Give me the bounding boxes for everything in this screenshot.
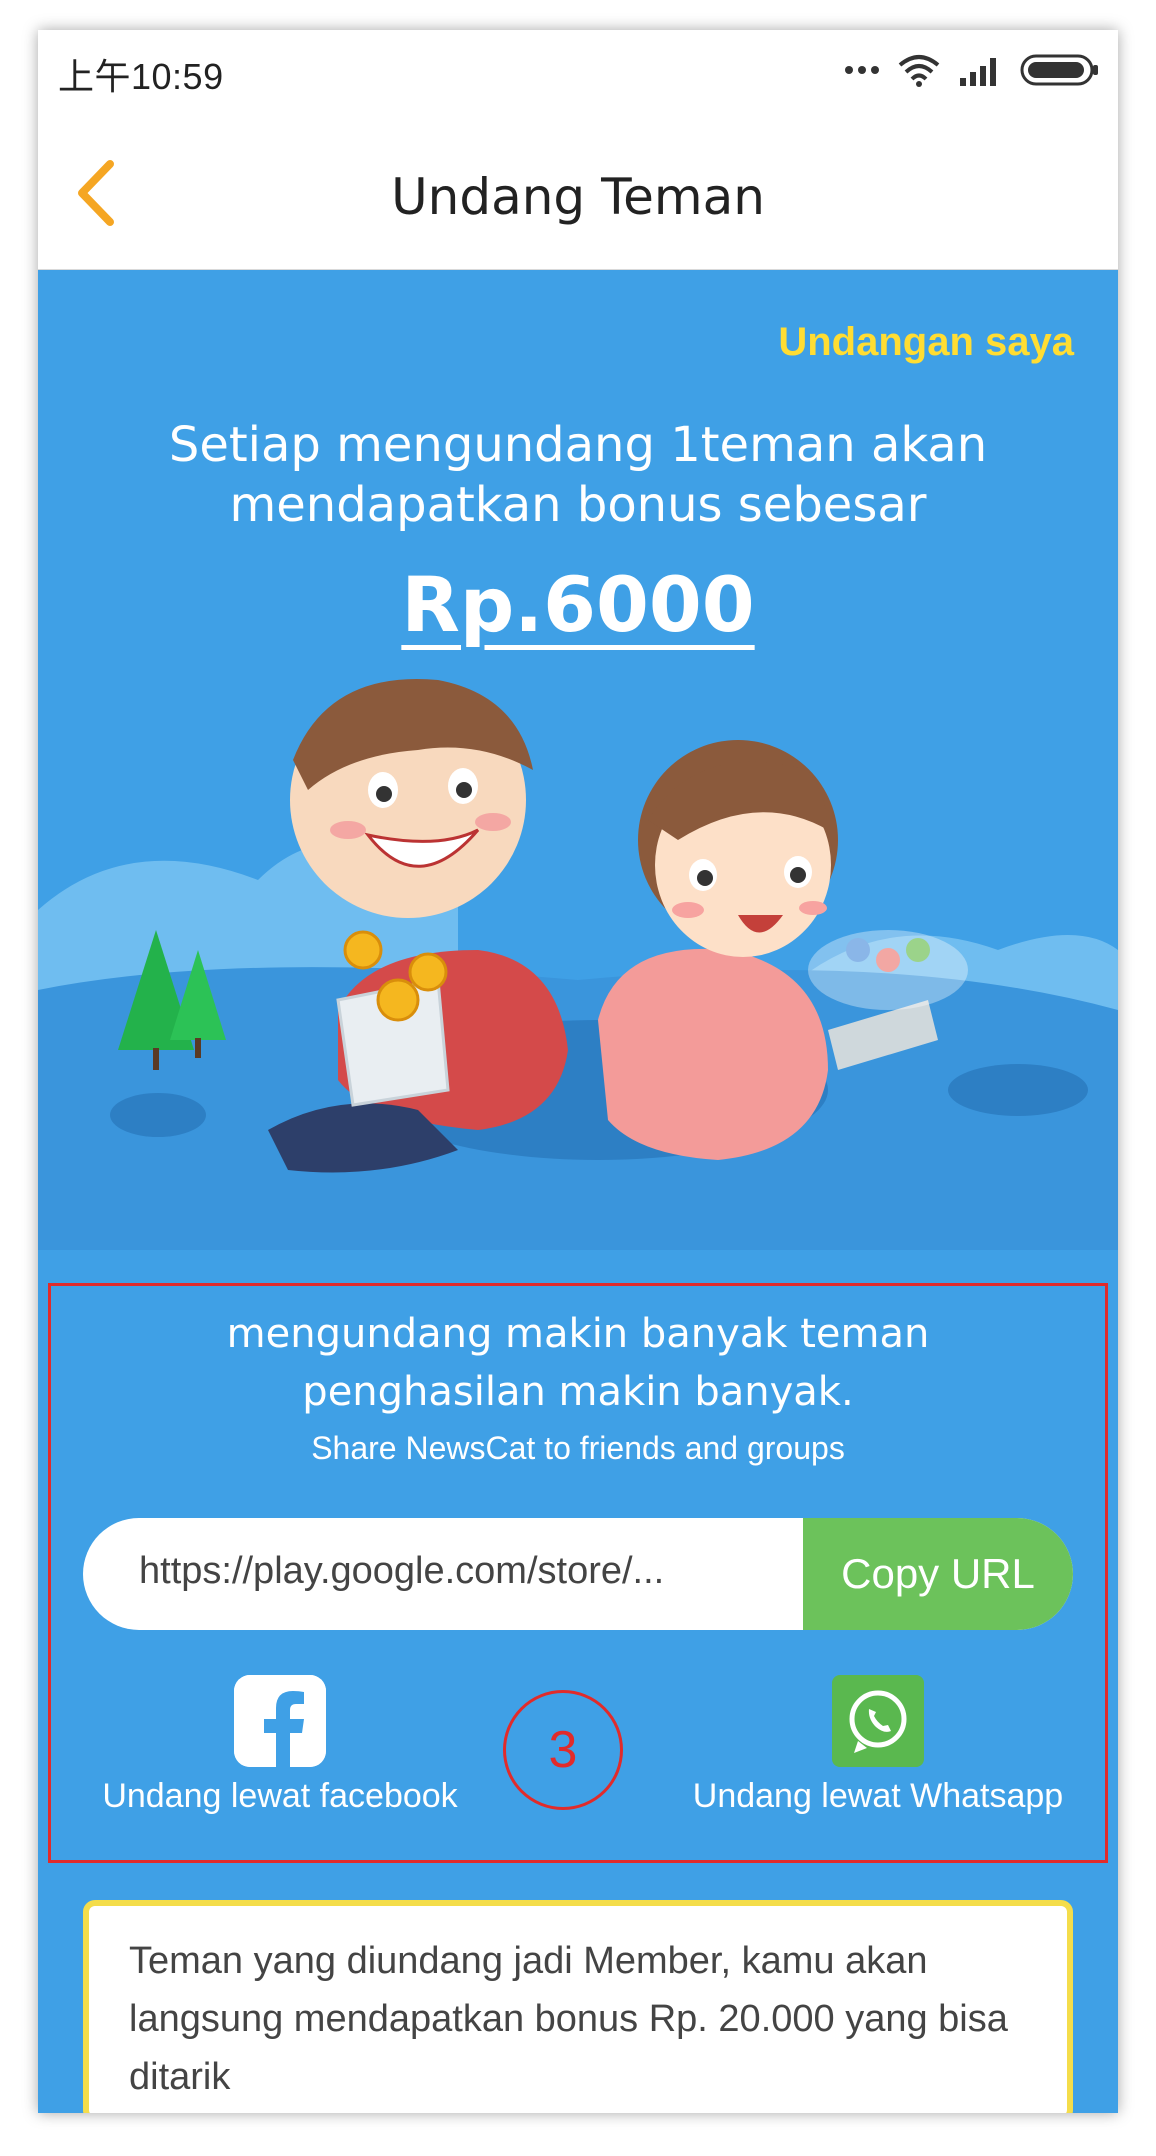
more-dots-icon xyxy=(845,66,879,74)
promo-line-2: penghasilan makin banyak. xyxy=(302,1369,854,1415)
share-subtitle: Share NewsCat to friends and groups xyxy=(311,1430,845,1466)
invite-content: Undangan saya Setiap mengundang 1teman a… xyxy=(38,270,1118,2113)
friends-illustration xyxy=(38,679,1118,1250)
share-url-field: https://play.google.com/store/... Copy U… xyxy=(83,1518,1073,1630)
my-invites-link[interactable]: Undangan saya xyxy=(778,320,1074,365)
share-url-text[interactable]: https://play.google.com/store/... xyxy=(139,1550,789,1593)
app-header: Undang Teman xyxy=(38,110,1118,270)
invite-facebook-button[interactable]: Undang lewat facebook xyxy=(80,1675,480,1816)
promo-line-1: mengundang makin banyak teman xyxy=(226,1311,930,1357)
bonus-amount-text: Rp.6000 xyxy=(401,560,755,649)
whatsapp-icon xyxy=(832,1675,924,1767)
signal-icon xyxy=(960,58,996,86)
status-time: 上午10:59 xyxy=(58,56,224,97)
headline-line-2: mendapatkan bonus sebesar xyxy=(229,477,927,533)
battery-icon xyxy=(1020,54,1098,86)
page-title: Undang Teman xyxy=(391,168,765,226)
invite-whatsapp-button[interactable]: Undang lewat Whatsapp xyxy=(666,1675,1090,1816)
status-icons xyxy=(844,50,1100,90)
phone-screen: 上午10:59 Undang Teman Undangan saya Setia… xyxy=(38,30,1118,2113)
wifi-icon xyxy=(898,55,940,87)
bonus-amount: Rp.6000 xyxy=(38,560,1118,649)
invite-facebook-label: Undang lewat facebook xyxy=(102,1777,458,1815)
bonus-info-box: Teman yang diundang jadi Member, kamu ak… xyxy=(83,1900,1073,2113)
step-number-marker: 3 xyxy=(503,1690,623,1810)
status-bar: 上午10:59 xyxy=(38,30,1118,110)
headline-line-1: Setiap mengundang 1teman akan xyxy=(168,417,988,473)
invite-whatsapp-label: Undang lewat Whatsapp xyxy=(692,1777,1064,1815)
copy-url-button[interactable]: Copy URL xyxy=(803,1518,1073,1630)
facebook-icon xyxy=(234,1675,326,1767)
invite-headline: Setiap mengundang 1teman akan mendapatka… xyxy=(38,415,1118,535)
bonus-info-text: Teman yang diundang jadi Member, kamu ak… xyxy=(129,1940,1008,2098)
promo-message: mengundang makin banyak teman penghasila… xyxy=(38,1305,1118,1421)
